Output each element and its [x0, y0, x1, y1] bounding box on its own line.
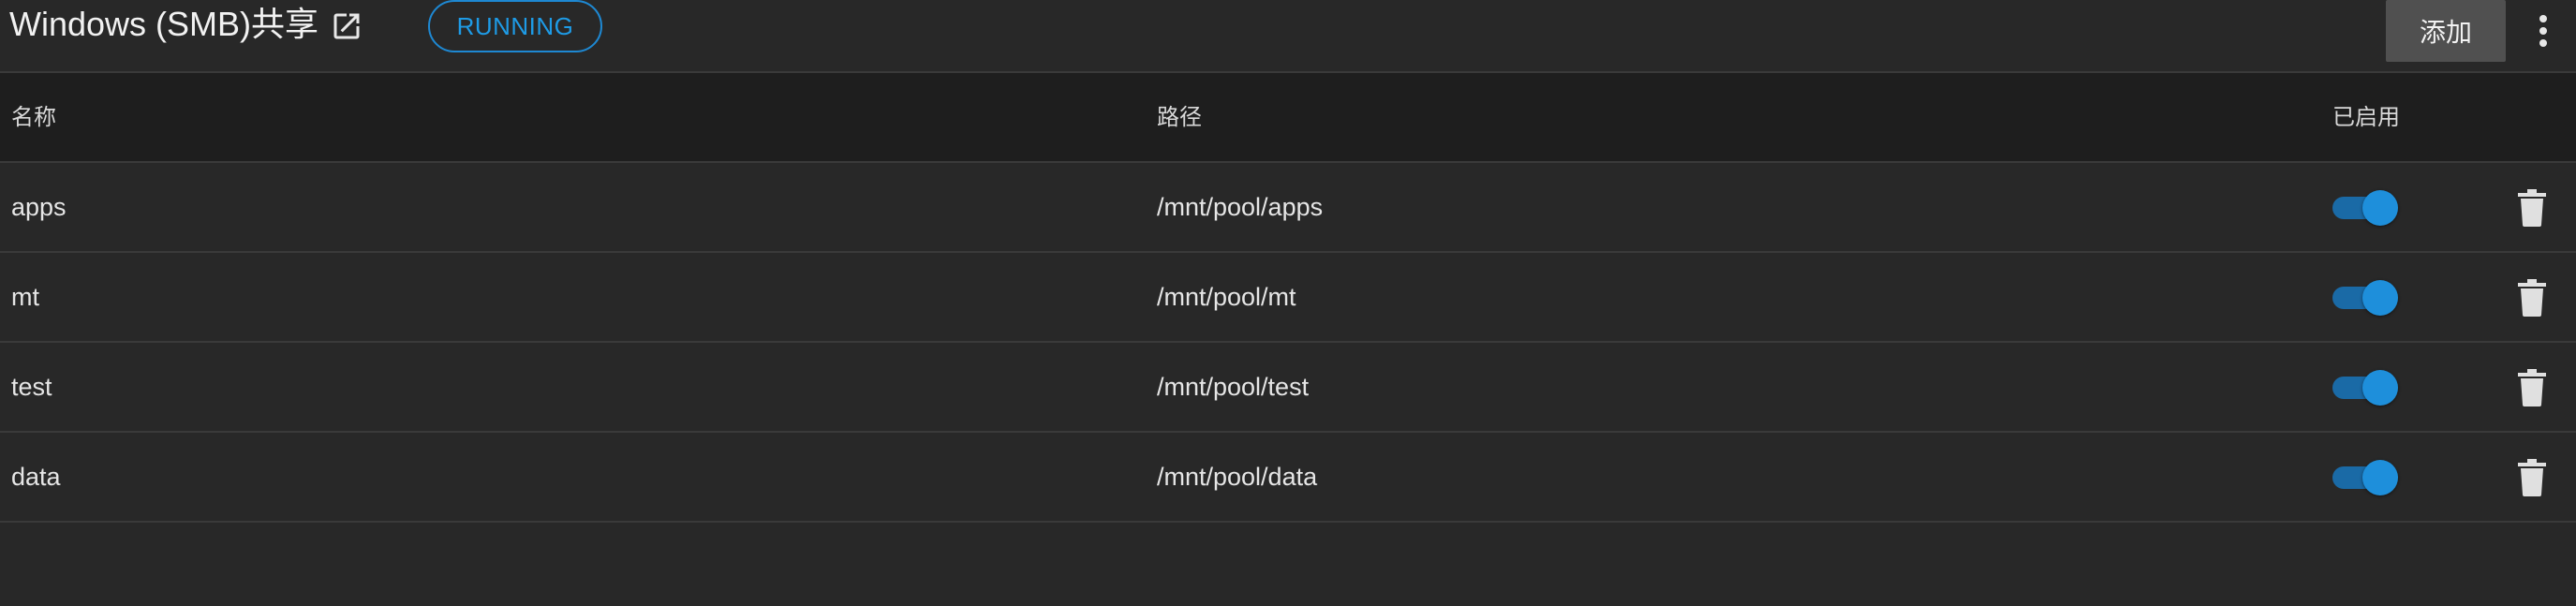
add-button[interactable]: 添加	[2386, 0, 2506, 62]
table-row[interactable]: data /mnt/pool/data	[0, 433, 2576, 523]
delete-icon[interactable]	[2516, 459, 2548, 496]
enabled-toggle[interactable]	[2332, 190, 2400, 226]
share-path: /mnt/pool/data	[1157, 463, 1318, 491]
smb-shares-card: Windows (SMB)共享 RUNNING 添加 名称 路径 已启用 app…	[0, 0, 2576, 606]
shares-table: 名称 路径 已启用 apps /mnt/pool/apps mt /mnt/po…	[0, 73, 2576, 523]
share-path: /mnt/pool/test	[1157, 373, 1310, 401]
share-path: /mnt/pool/mt	[1157, 283, 1296, 311]
enabled-toggle[interactable]	[2332, 460, 2400, 495]
share-path: /mnt/pool/apps	[1157, 193, 1324, 221]
toggle-thumb	[2362, 280, 2398, 316]
enabled-toggle[interactable]	[2332, 280, 2400, 316]
delete-icon[interactable]	[2516, 189, 2548, 227]
card-title-wrap: Windows (SMB)共享	[9, 0, 363, 49]
delete-icon[interactable]	[2516, 369, 2548, 406]
open-in-new-icon[interactable]	[330, 7, 363, 41]
share-name: data	[11, 463, 61, 491]
share-name: mt	[11, 283, 39, 311]
table-row[interactable]: mt /mnt/pool/mt	[0, 253, 2576, 343]
table-row[interactable]: test /mnt/pool/test	[0, 343, 2576, 433]
toggle-thumb	[2362, 190, 2398, 226]
toggle-thumb	[2362, 460, 2398, 495]
delete-icon[interactable]	[2516, 279, 2548, 317]
card-title: Windows (SMB)共享	[9, 5, 319, 43]
service-status-badge: RUNNING	[428, 0, 602, 52]
table-header: 名称 路径 已启用	[0, 73, 2576, 163]
column-header-path[interactable]: 路径	[1157, 73, 1202, 163]
card-header: Windows (SMB)共享 RUNNING 添加	[0, 0, 2576, 73]
share-name: apps	[11, 193, 67, 221]
toggle-thumb	[2362, 370, 2398, 406]
column-header-enabled[interactable]: 已启用	[2332, 73, 2400, 163]
more-vert-icon[interactable]	[2529, 7, 2557, 54]
table-row[interactable]: apps /mnt/pool/apps	[0, 163, 2576, 253]
share-name: test	[11, 373, 52, 401]
enabled-toggle[interactable]	[2332, 370, 2400, 406]
column-header-name[interactable]: 名称	[11, 73, 56, 163]
